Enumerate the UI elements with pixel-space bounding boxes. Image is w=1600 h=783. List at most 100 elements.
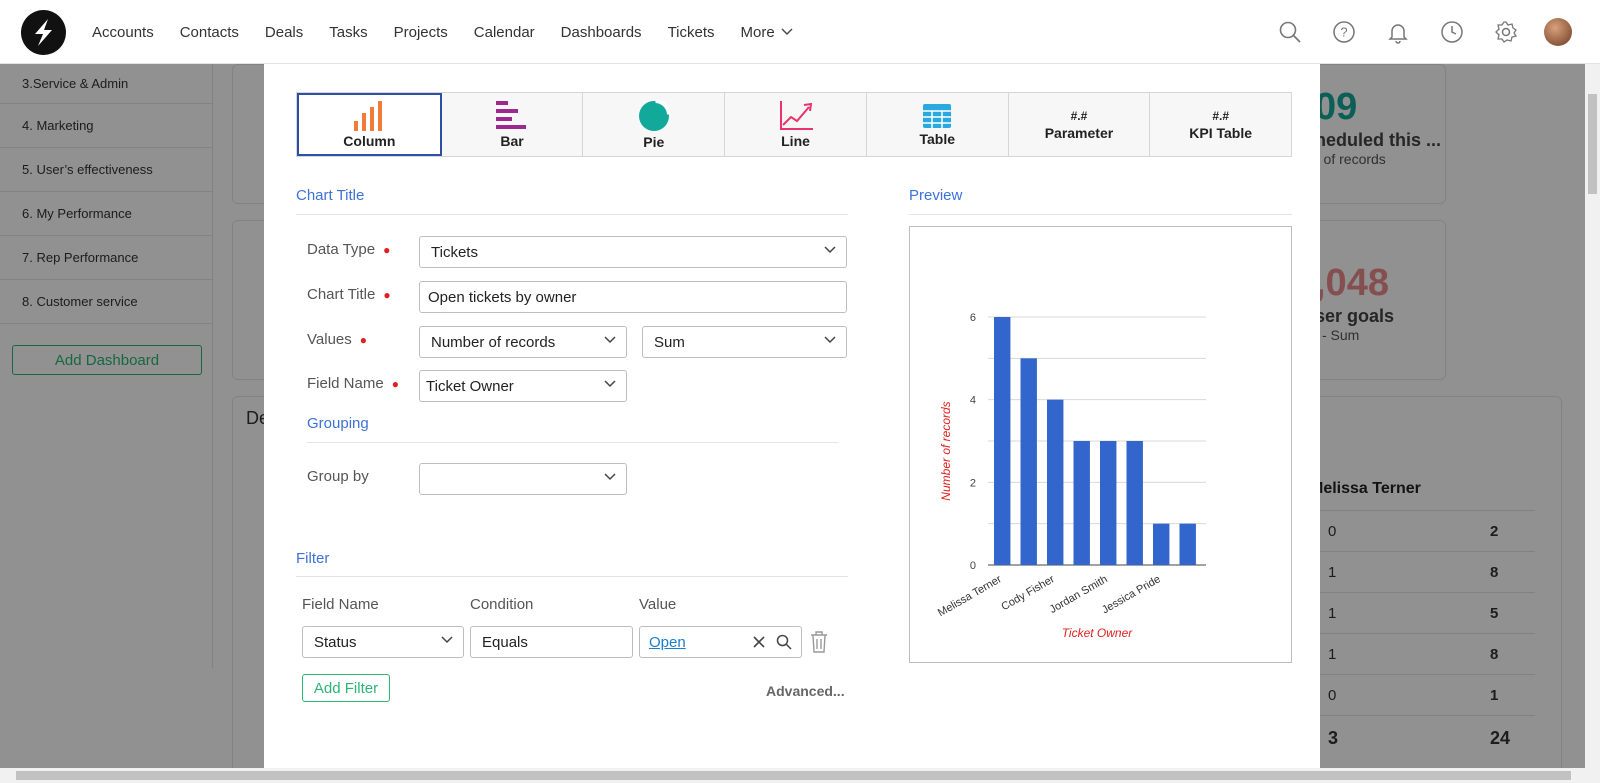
advanced-link[interactable]: Advanced... [766, 683, 845, 699]
chart-bar [1047, 399, 1064, 565]
chart-bar [1020, 358, 1037, 565]
pie-chart-icon [638, 99, 670, 131]
nav-contacts[interactable]: Contacts [180, 24, 239, 41]
preview-section: Preview [909, 187, 963, 204]
nav-calendar[interactable]: Calendar [474, 24, 535, 41]
data-type-label: Data Type ● [307, 241, 391, 258]
x-axis-title: Ticket Owner [1062, 626, 1134, 640]
nav-projects[interactable]: Projects [394, 24, 448, 41]
x-tick-label: Jessica Pride [1100, 573, 1163, 616]
chevron-down-icon [604, 380, 616, 388]
nav-accounts[interactable]: Accounts [92, 24, 154, 41]
gear-icon[interactable] [1490, 16, 1522, 48]
preview-chart: 0246Melissa TernerCody FisherJordan Smit… [936, 312, 1206, 640]
chart-title-input[interactable]: Open tickets by owner [419, 281, 847, 313]
add-filter-button[interactable]: Add Filter [302, 674, 390, 702]
filter-condition-input[interactable]: Equals [470, 626, 633, 658]
chevron-down-icon [604, 336, 616, 344]
chart-title-section: Chart Title [296, 187, 365, 204]
top-icons: ? [1274, 16, 1572, 48]
chart-type-selector: Column Bar Pie Line Table #.# Parameter … [296, 92, 1292, 157]
table-icon [923, 103, 952, 128]
clock-icon[interactable] [1436, 16, 1468, 48]
nav-more-label: More [740, 23, 775, 41]
main-nav: Accounts Contacts Deals Tasks Projects C… [92, 0, 819, 64]
search-icon[interactable] [776, 634, 792, 650]
filter-header-value: Value [639, 596, 677, 613]
chart-bar [1126, 441, 1143, 565]
nav-tasks[interactable]: Tasks [329, 24, 367, 41]
chart-preview: 0 2 4 6 Melissa Terner Cody Fisher Jordan Smit… [909, 226, 1292, 663]
filter-header-field: Field Name [302, 596, 379, 613]
svg-text:?: ? [1340, 25, 1347, 40]
horizontal-scrollbar[interactable] [0, 768, 1600, 783]
grouping-section: Grouping [307, 415, 369, 432]
chart-type-label: Line [781, 132, 810, 149]
clear-icon[interactable] [752, 635, 766, 649]
values-field-select[interactable]: Number of records [419, 326, 627, 358]
bar-chart-icon [496, 100, 527, 129]
chart-type-table[interactable]: Table [866, 93, 1009, 156]
y-tick-label: 6 [970, 312, 976, 324]
chart-type-label: Pie [643, 133, 665, 150]
field-name-label: Field Name ● [307, 375, 399, 392]
chart-type-label: KPI Table [1189, 124, 1253, 141]
chart-bar [994, 317, 1011, 565]
vertical-scrollbar[interactable] [1585, 64, 1600, 772]
chart-bar [1100, 441, 1117, 565]
line-chart-icon [779, 100, 813, 130]
avatar[interactable] [1544, 18, 1572, 46]
trash-icon[interactable] [809, 631, 829, 653]
nav-dashboards[interactable]: Dashboards [561, 24, 642, 41]
data-type-select[interactable]: Tickets [419, 236, 847, 268]
values-label: Values ● [307, 331, 368, 348]
filter-section: Filter [296, 550, 330, 567]
chart-type-label: Column [343, 132, 396, 149]
divider [296, 576, 848, 577]
chart-type-label: Bar [500, 132, 524, 149]
chart-type-label: Table [919, 130, 955, 147]
filter-value-input[interactable]: Open [639, 626, 802, 658]
chevron-down-icon [441, 636, 453, 644]
top-navigation-bar: Accounts Contacts Deals Tasks Projects C… [0, 0, 1600, 64]
chart-type-parameter[interactable]: #.# Parameter [1008, 93, 1151, 156]
chart-type-column[interactable]: Column [297, 93, 442, 156]
hash-icon: #.# [1212, 108, 1230, 123]
chart-bar [1179, 523, 1196, 565]
filter-value-link[interactable]: Open [649, 634, 686, 651]
divider [307, 442, 838, 443]
y-tick-label: 4 [970, 395, 976, 407]
chart-editor-modal: Column Bar Pie Line Table #.# Parameter … [264, 64, 1320, 772]
values-aggregation-select[interactable]: Sum [642, 326, 847, 358]
group-by-label: Group by [307, 468, 369, 485]
nav-deals[interactable]: Deals [265, 24, 303, 41]
filter-field-select[interactable]: Status [302, 626, 464, 658]
chart-type-line[interactable]: Line [725, 93, 867, 156]
help-icon[interactable]: ? [1328, 16, 1360, 48]
search-icon[interactable] [1274, 16, 1306, 48]
chart-type-label: Parameter [1044, 124, 1114, 141]
group-by-select[interactable] [419, 463, 627, 495]
scrollbar-thumb[interactable] [16, 771, 1571, 780]
x-tick-label: Melissa Terner [936, 573, 1004, 619]
app-logo[interactable] [21, 10, 66, 55]
y-tick-label: 2 [970, 477, 976, 489]
chart-type-bar[interactable]: Bar [441, 93, 584, 156]
y-tick-label: 0 [970, 560, 976, 572]
nav-tickets[interactable]: Tickets [668, 24, 715, 41]
scrollbar-thumb[interactable] [1588, 94, 1597, 194]
filter-header-condition: Condition [470, 596, 534, 613]
chart-bar [1153, 523, 1170, 565]
chart-type-pie[interactable]: Pie [583, 93, 726, 156]
chevron-down-icon [824, 336, 836, 344]
bell-icon[interactable] [1382, 16, 1414, 48]
chart-bar [1073, 441, 1090, 565]
nav-more[interactable]: More [741, 24, 793, 41]
hash-icon: #.# [1070, 108, 1088, 123]
divider [296, 214, 848, 215]
divider [909, 214, 1292, 215]
chevron-down-icon [604, 473, 616, 481]
chevron-down-icon [781, 28, 793, 35]
chart-type-kpi-table[interactable]: #.# KPI Table [1150, 93, 1292, 156]
field-name-select[interactable]: Ticket Owner [419, 370, 627, 402]
